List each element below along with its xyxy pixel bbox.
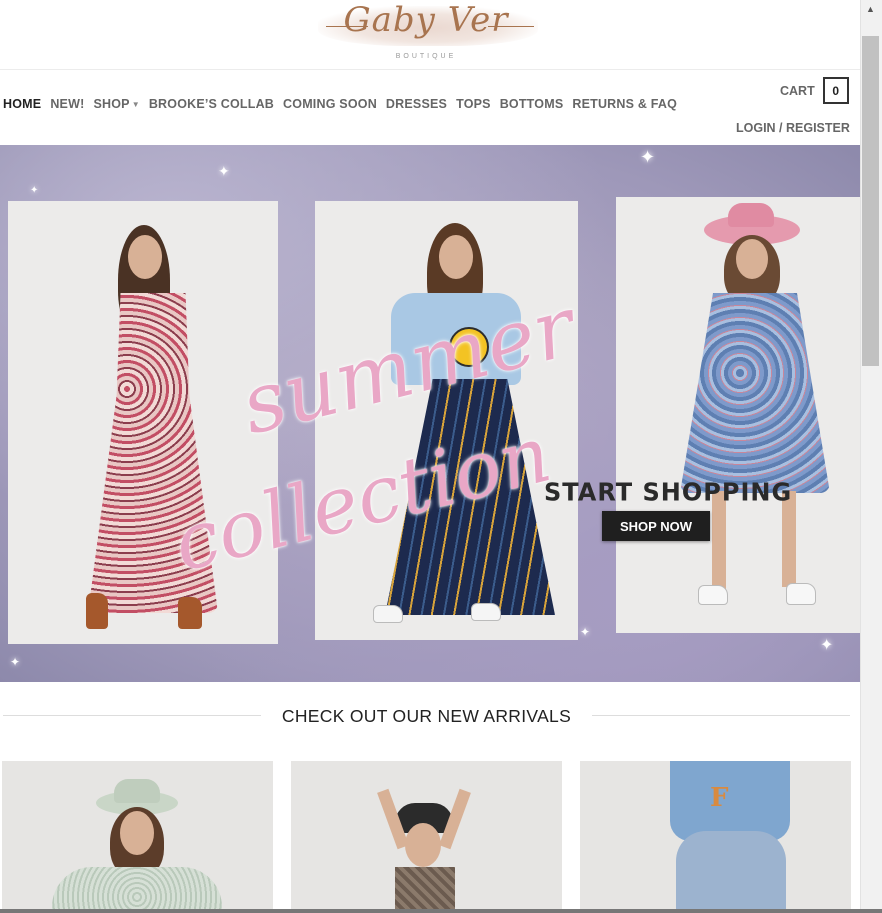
nav-item-home[interactable]: HOME [3,97,41,111]
section-divider-left [3,715,261,716]
nav-item-shop[interactable]: SHOP ▼ [93,97,139,111]
model-sneaker [786,583,816,605]
product-card[interactable]: F [580,761,851,913]
model-photo-blue-mini-dress [616,197,860,633]
nav-item-bottoms[interactable]: BOTTOMS [500,97,564,111]
nav-item-label: BROOKE’S COLLAB [148,97,275,111]
model-boot [178,597,202,629]
nav-item-tops[interactable]: TOPS [456,97,491,111]
window-bottom-edge [0,909,882,913]
nav-item-label: COMING SOON [283,97,377,111]
cart-count-badge: 0 [822,77,849,104]
cart-label: CART [780,83,815,98]
slip-dress [395,867,455,913]
login-register-link[interactable]: LOGIN / REGISTER [736,121,850,135]
model-boot [86,593,108,629]
main-nav: HOME NEW! SHOP ▼ BROOKE’S COLLAB COMING S… [3,97,686,111]
nav-item-returns-faq[interactable]: RETURNS & FAQ [572,97,677,111]
new-arrivals-heading: CHECK OUT OUR NEW ARRIVALS [281,706,572,726]
sparkle-icon: ✦ [580,625,591,639]
nav-item-label: RETURNS & FAQ [572,97,678,111]
cart-link[interactable]: CART 0 [780,77,849,104]
brand-name: Gaby Ver [343,0,509,40]
model-sneaker [698,585,728,605]
nav-item-coming-soon[interactable]: COMING SOON [283,97,377,111]
nav-item-brookes-collab[interactable]: BROOKE’S COLLAB [149,97,274,111]
model-photo-floral-maxi [8,201,278,644]
nav-item-label: TOPS [456,97,491,111]
brand-tagline: BOUTIQUE [395,53,457,60]
model-sneaker [471,603,501,621]
model-sneaker [373,605,403,623]
blue-pants [676,831,786,913]
model-face [736,239,768,279]
nav-item-label: HOME [3,97,42,111]
sparkle-icon: ✦ [10,655,21,669]
product-card[interactable] [291,761,562,913]
nav-item-dresses[interactable]: DRESSES [386,97,447,111]
sage-puff-top [52,867,222,913]
nav-item-label: NEW! [50,97,85,111]
scrollbar-thumb[interactable] [862,36,879,366]
brand-logo[interactable]: Gaby Ver BOUTIQUE [310,0,542,66]
chevron-down-icon: ▼ [131,99,140,109]
model-face [120,811,154,855]
hero-banner[interactable]: ✦ ✦ ✦ ✦ ✦ ✦ summer collection START SHOP… [0,145,860,682]
model-face [405,823,441,867]
nav-item-label: SHOP [93,97,130,111]
scroll-up-arrow-icon[interactable]: ▲ [866,4,875,14]
sparkle-icon: ✦ [820,637,834,654]
blue-floral-dress [680,293,830,493]
section-divider-right [592,715,850,716]
sparkle-icon: ✦ [218,163,230,179]
model-hat-crown [114,779,160,803]
model-face [128,235,162,279]
nav-item-new[interactable]: NEW! [50,97,84,111]
tee-graphic-letter: F [710,783,729,813]
header-divider [0,69,860,70]
hero-cta-heading: START SHOPPING [544,477,793,507]
pink-hat-crown [728,203,774,227]
nav-item-label: DRESSES [385,97,448,111]
graphic-tee [670,761,790,841]
product-card[interactable] [2,761,273,913]
sparkle-icon: ✦ [640,147,656,167]
shop-now-button[interactable]: SHOP NOW [602,511,710,541]
nav-item-label: BOTTOMS [499,97,564,111]
model-face [439,235,473,279]
sparkle-icon: ✦ [30,185,39,196]
